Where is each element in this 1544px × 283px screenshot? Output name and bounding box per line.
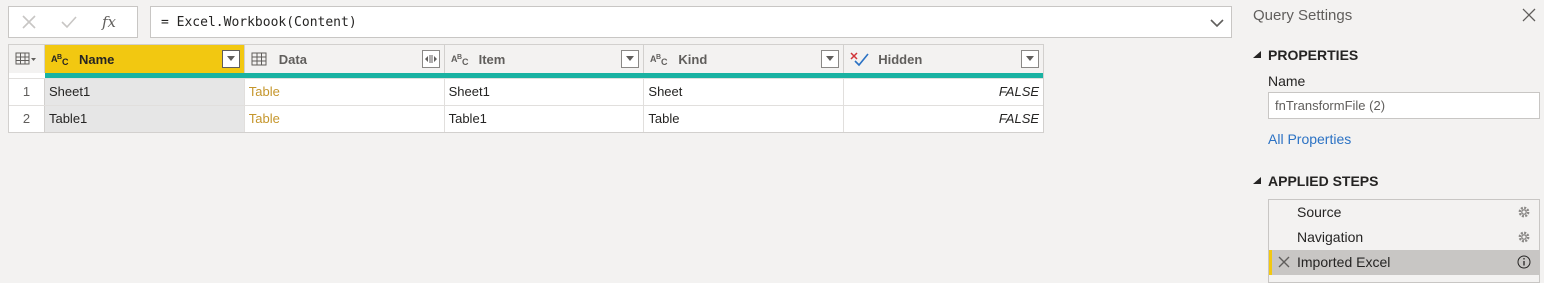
column-label: Hidden [878,51,923,67]
fx-icon: fx [101,13,116,31]
chevron-down-icon[interactable] [1209,15,1225,31]
column-label: Kind [678,51,708,67]
step-imported-excel[interactable]: Imported Excel [1269,250,1539,275]
cell-kind[interactable]: Sheet [644,79,845,105]
column-header-data[interactable]: Data [245,45,445,73]
query-name-input[interactable] [1268,92,1540,119]
column-label: Data [278,51,307,67]
info-icon[interactable] [1517,255,1531,269]
column-header-kind[interactable]: ABC Kind [644,45,845,73]
table-icon [15,52,37,65]
column-filter-button[interactable] [221,50,240,68]
fx-button[interactable]: fx [89,7,129,37]
svg-text:C: C [462,57,469,66]
expand-icon [424,55,437,63]
column-header-name[interactable]: ABC Name [44,45,245,73]
column-filter-button[interactable] [821,50,840,68]
column-quality-bar [9,73,1043,78]
data-grid: ABC Name Data A B C Item A B C Kind Hidd… [8,44,1044,133]
name-label: Name [1268,73,1306,89]
close-icon [22,15,36,29]
formula-input[interactable]: = Excel.Workbook(Content) [150,6,1232,38]
step-source[interactable]: Source [1269,200,1539,225]
applied-steps-list: Source Navigation Imported Excel [1268,199,1540,283]
row-number: 2 [9,106,45,132]
step-label: Source [1297,204,1342,220]
formula-bar-buttons: fx [8,6,138,38]
column-filter-button[interactable] [1021,50,1040,68]
logical-type-icon[interactable] [850,51,870,67]
cell-name[interactable]: Table1 [44,106,245,132]
grid-header: ABC Name Data A B C Item A B C Kind Hidd… [9,45,1043,73]
svg-text:C: C [62,57,69,66]
expand-column-button[interactable] [421,50,440,68]
collapse-triangle-icon [1253,177,1261,184]
cell-kind[interactable]: Table [644,106,845,132]
properties-section-toggle[interactable]: PROPERTIES [1252,47,1358,63]
table-type-icon[interactable] [251,51,271,67]
applied-steps-header: APPLIED STEPS [1268,173,1379,189]
table-menu-button[interactable] [9,45,45,73]
all-properties-link[interactable]: All Properties [1268,131,1351,147]
chevron-down-icon [1026,56,1035,61]
check-icon [61,16,77,29]
text-type-icon[interactable]: ABC [650,51,670,67]
power-query-editor: fx = Excel.Workbook(Content) ABC Name Da… [0,0,1544,283]
cell-data-link[interactable]: Table [245,79,445,105]
properties-header: PROPERTIES [1268,47,1359,63]
step-label: Navigation [1297,229,1364,245]
delete-step-icon[interactable] [1278,256,1290,268]
column-label: Name [78,51,115,67]
column-label: Item [478,51,506,67]
chevron-down-icon [226,56,235,61]
cell-name[interactable]: Sheet1 [44,79,245,105]
cell-item[interactable]: Sheet1 [445,79,645,105]
text-type-icon[interactable]: ABC [451,51,471,67]
row-number: 1 [9,79,45,105]
cancel-formula-button[interactable] [9,7,49,37]
chevron-down-icon [826,56,835,61]
formula-text: = Excel.Workbook(Content) [161,14,357,30]
cell-hidden[interactable]: FALSE [844,106,1043,132]
pane-title: Query Settings [1253,7,1353,24]
step-navigation[interactable]: Navigation [1269,225,1539,250]
applied-steps-section-toggle[interactable]: APPLIED STEPS [1252,173,1378,189]
close-icon[interactable] [1522,8,1536,22]
query-settings-pane: Query Settings PROPERTIES Name All Prope… [1240,0,1544,283]
collapse-triangle-icon [1253,51,1261,58]
step-label: Imported Excel [1297,254,1391,270]
column-header-item[interactable]: ABC Item [445,45,645,73]
cell-data-link[interactable]: Table [245,106,445,132]
gear-icon[interactable] [1517,205,1531,219]
gear-icon[interactable] [1517,230,1531,244]
text-type-icon[interactable]: ABC [51,51,71,67]
cell-item[interactable]: Table1 [445,106,645,132]
commit-formula-button[interactable] [49,7,89,37]
svg-text:C: C [661,57,668,66]
chevron-down-icon [626,56,635,61]
table-row[interactable]: 1 Sheet1 Table Sheet1 Sheet FALSE [9,78,1043,105]
column-filter-button[interactable] [621,50,640,68]
column-header-hidden[interactable]: Hidden [844,45,1043,73]
table-row[interactable]: 2 Table1 Table Table1 Table FALSE [9,105,1043,132]
cell-hidden[interactable]: FALSE [844,79,1043,105]
